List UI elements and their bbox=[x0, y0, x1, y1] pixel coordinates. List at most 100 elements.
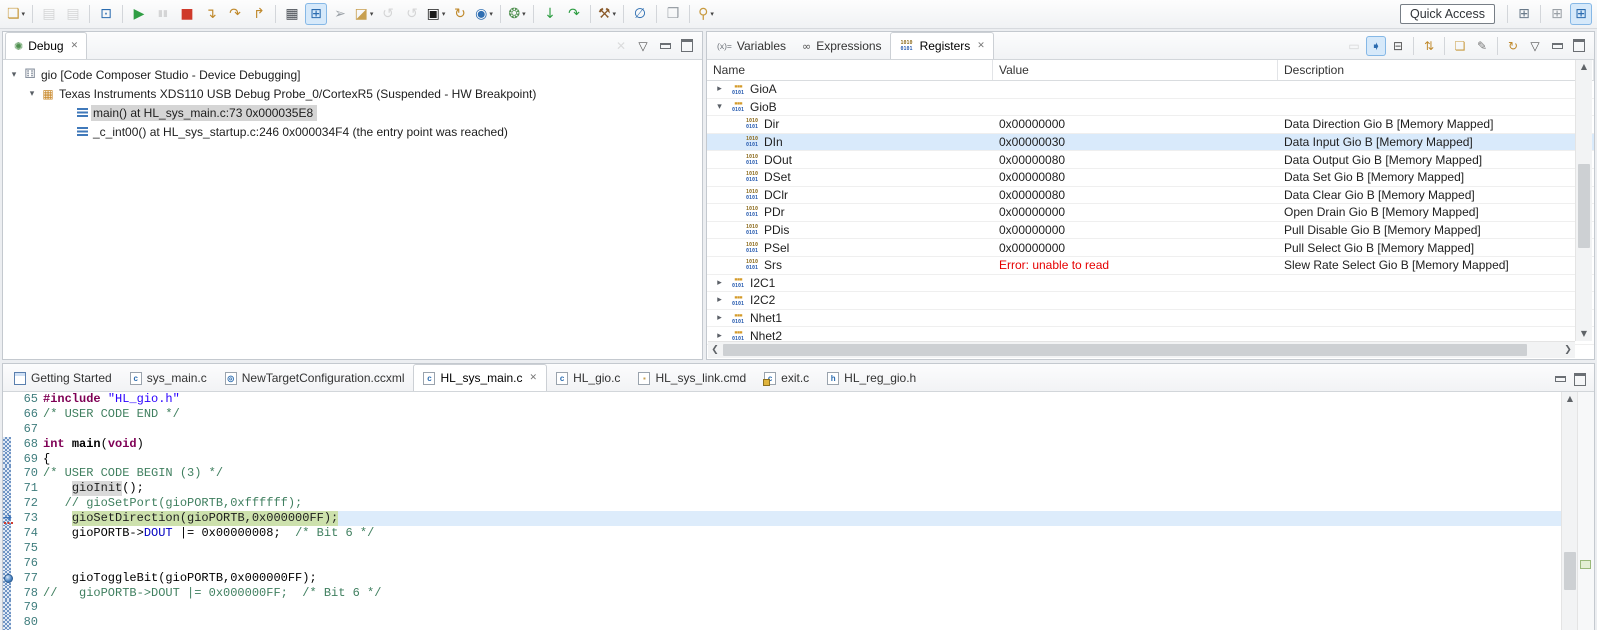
code-line-65[interactable]: 65 #include "HL_gio.h" bbox=[3, 392, 1594, 407]
dropdown-arrow-icon[interactable]: ▾ bbox=[489, 10, 493, 18]
overview-annotation[interactable] bbox=[1580, 560, 1591, 569]
register-row[interactable]: 1010 0101 Dir 0x00000000 Data Direction Gio … bbox=[707, 116, 1594, 134]
inspect-button[interactable]: ∅ bbox=[629, 3, 651, 25]
code-line-74[interactable]: 74 gioPORTB-> DOUT |= 0x00000008; /* Bit … bbox=[3, 526, 1594, 541]
view-disassembly-button[interactable]: ▦ bbox=[281, 3, 303, 25]
register-row[interactable]: ▾ ▪▪▪ 0101 GioB bbox=[707, 99, 1594, 117]
dropdown-arrow-icon[interactable]: ▾ bbox=[442, 10, 446, 18]
register-row[interactable]: 1010 0101 PDis 0x00000000 Pull Disable Gio B… bbox=[707, 222, 1594, 240]
flash-device-button[interactable]: ▣ ▾ bbox=[425, 3, 447, 25]
code-line-77[interactable]: 77 gioToggleBit(gioPORTB,0x000000FF); bbox=[3, 570, 1594, 586]
editor-tab-hl-sys-link-cmd[interactable]: ▪ HL_sys_link.cmd bbox=[629, 365, 755, 391]
close-icon[interactable]: ✕ bbox=[530, 373, 538, 383]
register-row[interactable]: 1010 0101 PSel 0x00000000 Pull Select Gio B … bbox=[707, 239, 1594, 257]
code-line-78[interactable]: 78// gioPORTB->DOUT |= 0x000000FF; /* Bi… bbox=[3, 585, 1594, 601]
dropdown-arrow-icon[interactable]: ▾ bbox=[522, 10, 526, 18]
maximize-button[interactable] bbox=[1571, 371, 1589, 387]
load-program-button[interactable]: ◪ ▾ bbox=[353, 3, 375, 25]
code-line-66[interactable]: 66/* USER CODE END */ bbox=[3, 407, 1594, 422]
code-line-80[interactable]: 80 bbox=[3, 615, 1594, 630]
scroll-left-arrow-icon[interactable]: ❮ bbox=[708, 342, 722, 358]
scroll-up-arrow-icon[interactable]: ▲ bbox=[1562, 392, 1578, 406]
new-register-group-button[interactable]: ❏ bbox=[1450, 36, 1470, 56]
tree-expander-icon[interactable]: ▾ bbox=[713, 102, 726, 112]
scrollbar-thumb[interactable] bbox=[723, 344, 1527, 356]
register-row[interactable]: ▸ ▪▪▪ 0101 GioA bbox=[707, 81, 1594, 99]
tree-expander-icon[interactable]: ▸ bbox=[713, 331, 726, 341]
minimize-button[interactable] bbox=[655, 36, 675, 56]
dropdown-arrow-icon[interactable]: ▾ bbox=[22, 10, 26, 18]
code-line-67[interactable]: 67 bbox=[3, 422, 1594, 437]
scrollbar-thumb[interactable] bbox=[1564, 552, 1576, 591]
column-header-name[interactable]: Name bbox=[707, 60, 993, 80]
tree-expander-icon[interactable]: ▸ bbox=[713, 295, 726, 305]
code-editor[interactable]: 65 #include "HL_gio.h" 66/* USER CODE END … bbox=[3, 392, 1594, 630]
register-row[interactable]: 1010 0101 DOut 0x00000080 Data Output Gio B … bbox=[707, 151, 1594, 169]
scroll-right-arrow-icon[interactable]: ❯ bbox=[1561, 342, 1575, 358]
column-header-description[interactable]: Description bbox=[1278, 60, 1594, 80]
register-row[interactable]: 1010 0101 DIn 0x00000030 Data Input Gio B [M… bbox=[707, 133, 1594, 152]
register-row[interactable]: 1010 0101 Srs Error: unable to read Slew Rat… bbox=[707, 257, 1594, 275]
new-button[interactable]: ❏ ▾ bbox=[5, 3, 27, 25]
column-header-value[interactable]: Value bbox=[993, 60, 1278, 80]
quick-access-box[interactable]: Quick Access bbox=[1399, 4, 1495, 24]
minimize-button[interactable] bbox=[1547, 36, 1567, 56]
dropdown-arrow-icon[interactable]: ▾ bbox=[613, 10, 617, 18]
register-row[interactable]: ▸ ▪▪▪ 0101 I2C2 bbox=[707, 292, 1594, 310]
view-menu-button[interactable]: ▽ bbox=[1525, 36, 1545, 56]
restart-button[interactable]: ◉ ▾ bbox=[473, 3, 495, 25]
open-perspective-button[interactable]: ⊞ bbox=[1513, 3, 1535, 25]
maximize-button[interactable] bbox=[1569, 36, 1589, 56]
scrollbar-thumb[interactable] bbox=[1578, 163, 1590, 249]
registers-horizontal-scrollbar[interactable]: ❮ ❯ bbox=[708, 341, 1575, 358]
code-line-79[interactable]: 79 bbox=[3, 600, 1594, 616]
dropdown-arrow-icon[interactable]: ▾ bbox=[710, 10, 714, 18]
ccs-edit-perspective-button[interactable]: ⊞ bbox=[1546, 3, 1568, 25]
step-over-button[interactable]: ↷ bbox=[224, 3, 246, 25]
tree-expander-icon[interactable]: ▸ bbox=[713, 313, 726, 323]
terminate-button[interactable]: ■ bbox=[176, 3, 198, 25]
breakpoints-button[interactable]: ❂ ▾ bbox=[506, 3, 528, 25]
target-pointer-button[interactable]: ➢ bbox=[329, 3, 351, 25]
edit-register-group-button[interactable]: ✎ bbox=[1472, 36, 1492, 56]
debug-tree-row[interactable]: ▾ ▦ Texas Instruments XDS110 USB Debug Pro… bbox=[3, 84, 702, 103]
debug-launch-button[interactable]: ⊡ bbox=[95, 3, 117, 25]
code-line-71[interactable]: 71 gioInit (); bbox=[3, 481, 1594, 497]
search-button[interactable]: ⚲ ▾ bbox=[695, 3, 717, 25]
editor-tab-hl-reg-gio-h[interactable]: h HL_reg_gio.h bbox=[818, 365, 925, 391]
editor-tab-newtargetconfiguration-ccxml[interactable]: ◎ NewTargetConfiguration.ccxml bbox=[216, 365, 414, 391]
scroll-down-arrow-icon[interactable]: ▼ bbox=[1576, 327, 1592, 341]
dropdown-arrow-icon[interactable]: ▾ bbox=[370, 10, 374, 18]
register-row[interactable]: ▸ ▪▪▪ 0101 Nhet1 bbox=[707, 310, 1594, 328]
editor-overview-ruler[interactable] bbox=[1577, 392, 1594, 630]
code-line-70[interactable]: 70/* USER CODE BEGIN (3) */ bbox=[3, 466, 1594, 482]
editor-vertical-scrollbar[interactable]: ▲ bbox=[1561, 392, 1578, 630]
refresh-button[interactable]: ↻ bbox=[1503, 36, 1523, 56]
assembly-step-over-button[interactable]: ↷ bbox=[563, 3, 585, 25]
debug-tree-row[interactable]: ▾ ⚅ gio [Code Composer Studio - Device Deb… bbox=[3, 65, 702, 84]
reset-cpu-button[interactable]: ↻ bbox=[449, 3, 471, 25]
close-icon[interactable]: ✕ bbox=[977, 41, 985, 51]
code-line-76[interactable]: 76 bbox=[3, 555, 1594, 571]
code-line-69[interactable]: 69{ bbox=[3, 451, 1594, 467]
editor-tab-getting-started[interactable]: Getting Started bbox=[5, 365, 121, 391]
register-row[interactable]: ▸ ▪▪▪ 0101 I2C1 bbox=[707, 275, 1594, 293]
registers-vertical-scrollbar[interactable]: ▲ ▼ bbox=[1575, 60, 1592, 341]
code-line-73[interactable]: 73 gioSetDirection(gioPORTB,0x000000FF);… bbox=[3, 511, 1594, 527]
maximize-button[interactable] bbox=[677, 36, 697, 56]
tab-registers[interactable]: 1010 0101 Registers ✕ bbox=[889, 32, 994, 59]
build-button[interactable]: ⚒ ▾ bbox=[596, 3, 618, 25]
code-line-75[interactable]: 75 bbox=[3, 540, 1594, 556]
tab-expressions[interactable]: ∞ Expressions bbox=[794, 33, 890, 59]
tree-mode-button[interactable]: ➧ bbox=[1366, 35, 1386, 56]
connect-target-button[interactable]: ⊞ bbox=[305, 3, 327, 25]
tab-variables[interactable]: (x)= Variables bbox=[709, 33, 794, 59]
tab-debug[interactable]: ✺ Debug ✕ bbox=[5, 32, 88, 59]
close-icon[interactable]: ✕ bbox=[71, 41, 79, 51]
tree-expander-icon[interactable]: ▸ bbox=[713, 278, 726, 288]
step-return-button[interactable]: ↱ bbox=[248, 3, 270, 25]
editor-tab-sys-main-c[interactable]: c sys_main.c bbox=[121, 365, 216, 391]
editor-tab-hl-gio-c[interactable]: c HL_gio.c bbox=[547, 365, 629, 391]
collapse-all-button[interactable]: ⊟ bbox=[1388, 36, 1408, 56]
breakpoint-icon[interactable] bbox=[4, 573, 13, 583]
